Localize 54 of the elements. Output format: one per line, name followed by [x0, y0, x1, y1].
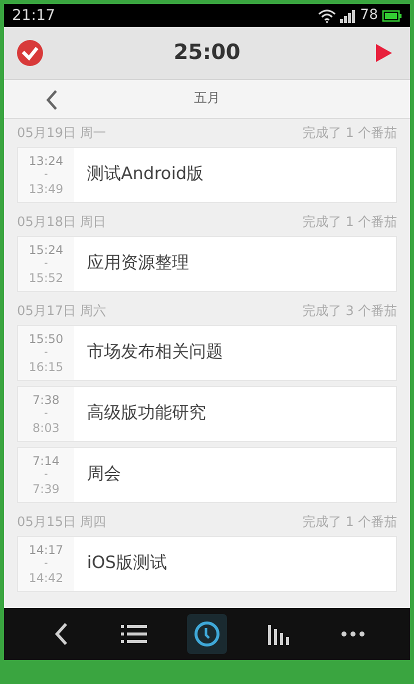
- list-icon: [121, 624, 147, 644]
- back-icon: [46, 89, 58, 111]
- end-time: 14:42: [28, 571, 64, 585]
- time-separator: -: [44, 346, 48, 360]
- pomodoro-count: 完成了 1 个番茄: [302, 125, 397, 144]
- end-time: 13:49: [28, 182, 64, 196]
- date-heading: 05月19日 周一: [17, 125, 106, 144]
- task-card[interactable]: 7:14 - 7:39 周会: [17, 447, 397, 503]
- more-icon: [341, 631, 365, 637]
- task-title: 市场发布相关问题: [87, 341, 223, 364]
- pomodoro-count: 完成了 1 个番茄: [302, 514, 397, 532]
- play-icon: [376, 44, 392, 62]
- end-time: 16:15: [28, 360, 64, 374]
- task-card[interactable]: 15:24 - 15:52 应用资源整理: [17, 236, 397, 292]
- pomodoro-count: 完成了 3 个番茄: [302, 303, 397, 322]
- task-title: 周会: [87, 463, 121, 486]
- battery-level: 78: [360, 6, 378, 25]
- task-title: 应用资源整理: [87, 252, 189, 276]
- time-separator: -: [44, 557, 48, 571]
- end-time: 8:03: [32, 421, 60, 435]
- battery-icon: [382, 10, 402, 22]
- task-title: iOS版测试: [87, 552, 167, 576]
- check-logo-icon: [16, 39, 44, 67]
- start-time: 7:14: [32, 454, 60, 468]
- start-time: 7:38: [32, 393, 60, 407]
- start-time: 15:24: [28, 243, 64, 257]
- time-separator: -: [44, 407, 48, 421]
- start-time: 13:24: [28, 154, 64, 168]
- wifi-icon: [318, 8, 336, 22]
- end-time: 15:52: [28, 271, 64, 285]
- time-separator: -: [44, 468, 48, 482]
- start-time: 14:17: [28, 543, 64, 557]
- time-separator: -: [44, 257, 48, 271]
- date-heading: 05月18日 周日: [17, 214, 106, 232]
- task-card[interactable]: 13:24 - 13:49 测试Android版: [17, 147, 397, 203]
- month-title: 五月: [194, 90, 220, 108]
- task-title: 测试Android版: [87, 163, 204, 186]
- task-card[interactable]: 15:50 - 16:15 市场发布相关问题: [17, 325, 397, 381]
- task-card[interactable]: 14:17 - 14:42 iOS版测试: [17, 536, 397, 592]
- end-time: 7:39: [32, 482, 60, 496]
- nav-tab[interactable]: [187, 614, 227, 654]
- date-heading: 05月15日 周四: [17, 514, 106, 532]
- task-title: 高级版功能研究: [87, 402, 206, 426]
- clock-icon: [194, 621, 220, 647]
- pomodoro-count: 完成了 1 个番茄: [302, 214, 397, 232]
- back-icon: [54, 622, 68, 646]
- status-time: 21:17: [12, 5, 56, 26]
- start-time: 15:50: [28, 332, 64, 346]
- signal-icon: [340, 8, 356, 22]
- bar-chart-icon: [268, 623, 292, 645]
- timer-text: 25:00: [174, 39, 240, 66]
- task-card[interactable]: 7:38 - 8:03 高级版功能研究: [17, 386, 397, 442]
- date-heading: 05月17日 周六: [17, 303, 106, 322]
- time-separator: -: [44, 168, 48, 182]
